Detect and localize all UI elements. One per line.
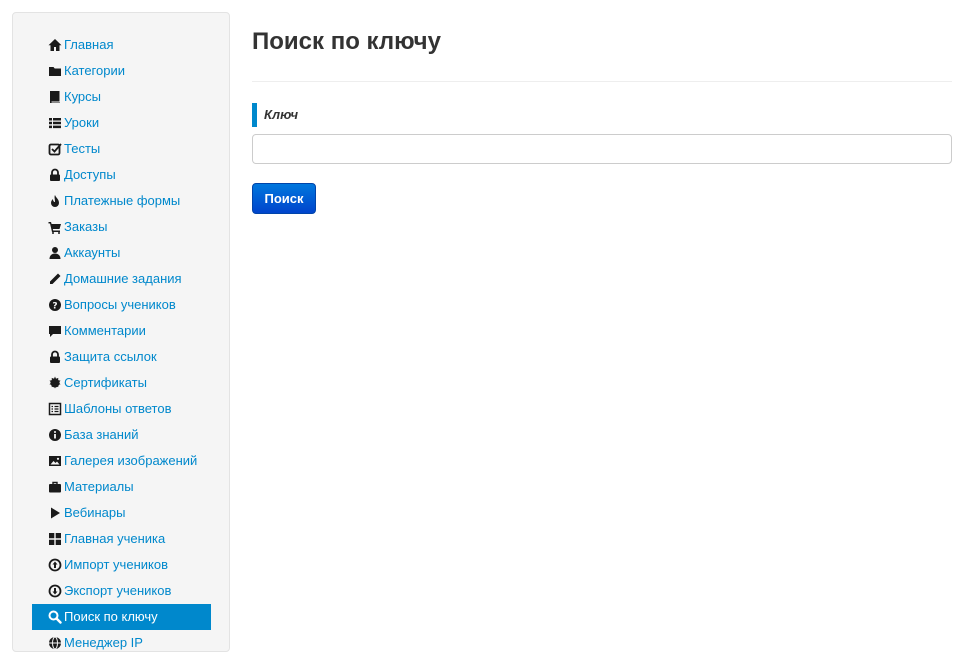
- comment-icon: [48, 318, 63, 344]
- sidebar-item-label: Комментарии: [64, 323, 146, 338]
- sidebar-item-payment-forms[interactable]: Платежные формы: [13, 188, 229, 214]
- cart-icon: [48, 214, 63, 240]
- sidebar-item-label: Категории: [64, 63, 125, 78]
- sidebar-item-import-students[interactable]: Импорт учеников: [13, 552, 229, 578]
- check-square-icon: [48, 136, 63, 162]
- sidebar-item-answer-templates[interactable]: Шаблоны ответов: [13, 396, 229, 422]
- home-icon: [48, 32, 63, 58]
- globe-icon: [48, 630, 63, 656]
- th-large-icon: [48, 526, 63, 552]
- title-divider: [252, 81, 952, 82]
- sidebar-item-label: Вебинары: [64, 505, 126, 520]
- sidebar-item-ip-manager[interactable]: Менеджер IP: [13, 630, 229, 656]
- briefcase-icon: [48, 474, 63, 500]
- sidebar-item-label: Платежные формы: [64, 193, 181, 208]
- sidebar-item-categories[interactable]: Категории: [13, 58, 229, 84]
- sidebar-item-label: Курсы: [64, 89, 102, 104]
- sidebar-item-comments[interactable]: Комментарии: [13, 318, 229, 344]
- sidebar-item-label: Поиск по ключу: [64, 609, 158, 624]
- upload-circle-icon: [48, 552, 63, 578]
- picture-icon: [48, 448, 63, 474]
- sidebar-item-label: Галерея изображений: [64, 453, 198, 468]
- sidebar-item-webinars[interactable]: Вебинары: [13, 500, 229, 526]
- sidebar-nav: Главная Категории Курсы Уроки Тесты Дост…: [13, 13, 229, 656]
- sidebar-item-orders[interactable]: Заказы: [13, 214, 229, 240]
- sidebar-item-label: Домашние задания: [64, 271, 182, 286]
- sidebar-item-label: Вопросы учеников: [64, 297, 176, 312]
- sidebar-item-home[interactable]: Главная: [13, 32, 229, 58]
- sidebar-item-student-home[interactable]: Главная ученика: [13, 526, 229, 552]
- sidebar-item-certificates[interactable]: Сертификаты: [13, 370, 229, 396]
- book-icon: [48, 84, 63, 110]
- pencil-icon: [48, 266, 63, 292]
- sidebar-item-link-protection[interactable]: Защита ссылок: [13, 344, 229, 370]
- sidebar-item-tests[interactable]: Тесты: [13, 136, 229, 162]
- sidebar-item-homework[interactable]: Домашние задания: [13, 266, 229, 292]
- sidebar: Главная Категории Курсы Уроки Тесты Дост…: [12, 12, 230, 652]
- sidebar-item-export-students[interactable]: Экспорт учеников: [13, 578, 229, 604]
- certificate-icon: [48, 370, 63, 396]
- fire-icon: [48, 188, 63, 214]
- sidebar-item-access[interactable]: Доступы: [13, 162, 229, 188]
- lock-icon: [48, 344, 63, 370]
- play-icon: [48, 500, 63, 526]
- user-icon: [48, 240, 63, 266]
- search-button[interactable]: Поиск: [252, 183, 316, 214]
- sidebar-item-label: Уроки: [64, 115, 100, 130]
- download-circle-icon: [48, 578, 63, 604]
- sidebar-item-label: Доступы: [64, 167, 116, 182]
- sidebar-item-label: Главная: [64, 37, 114, 52]
- sidebar-item-courses[interactable]: Курсы: [13, 84, 229, 110]
- key-field-label: Ключ: [252, 103, 298, 127]
- list-icon: [48, 110, 63, 136]
- sidebar-item-student-questions[interactable]: ? Вопросы учеников: [13, 292, 229, 318]
- sidebar-item-label: Защита ссылок: [64, 349, 157, 364]
- sidebar-item-label: Главная ученика: [64, 531, 166, 546]
- question-circle-icon: ?: [48, 292, 63, 318]
- info-circle-icon: [48, 422, 63, 448]
- sidebar-item-label: Аккаунты: [64, 245, 121, 260]
- lock-icon: [48, 162, 63, 188]
- sidebar-item-lessons[interactable]: Уроки: [13, 110, 229, 136]
- sidebar-item-label: Экспорт учеников: [64, 583, 172, 598]
- sidebar-item-label: Материалы: [64, 479, 134, 494]
- page-title: Поиск по ключу: [252, 28, 441, 55]
- sidebar-item-materials[interactable]: Материалы: [13, 474, 229, 500]
- sidebar-item-label: Менеджер IP: [64, 635, 143, 650]
- sidebar-item-knowledge-base[interactable]: База знаний: [13, 422, 229, 448]
- sidebar-item-key-search[interactable]: Поиск по ключу: [32, 604, 211, 630]
- sidebar-item-label: Сертификаты: [64, 375, 147, 390]
- sidebar-item-accounts[interactable]: Аккаунты: [13, 240, 229, 266]
- sidebar-item-image-gallery[interactable]: Галерея изображений: [13, 448, 229, 474]
- sidebar-item-label: Заказы: [64, 219, 108, 234]
- sidebar-item-label: База знаний: [64, 427, 139, 442]
- svg-text:?: ?: [52, 302, 57, 312]
- list-alt-icon: [48, 396, 63, 422]
- folder-icon: [48, 58, 63, 84]
- search-icon: [48, 604, 63, 630]
- sidebar-item-label: Импорт учеников: [64, 557, 168, 572]
- key-input[interactable]: [252, 134, 952, 164]
- sidebar-item-label: Тесты: [64, 141, 101, 156]
- sidebar-item-label: Шаблоны ответов: [64, 401, 172, 416]
